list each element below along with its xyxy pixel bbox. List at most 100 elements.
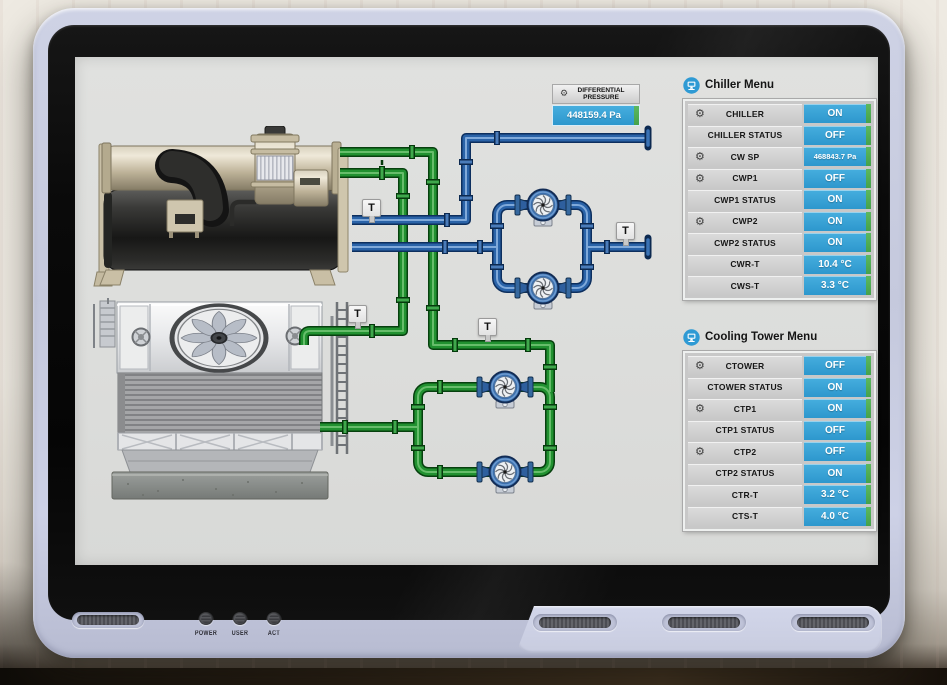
menu-row: CWP2 STATUSON	[688, 233, 871, 252]
menu-title: Chiller Menu	[705, 79, 774, 91]
gear-icon[interactable]: ⚙	[695, 151, 705, 162]
row-value-button[interactable]: ON	[804, 212, 871, 231]
row-label-cell: CWP2 STATUS	[688, 233, 802, 252]
row-label-cell: CWP1 STATUS	[688, 190, 802, 209]
green-strip	[866, 104, 871, 123]
row-value-button[interactable]: OFF	[804, 126, 871, 145]
row-label: CTOWER STATUS	[707, 382, 782, 392]
row-label-cell: CTP2 STATUS	[688, 464, 802, 483]
differential-pressure-value-text: 448159.4 Pa	[567, 110, 625, 121]
green-strip	[866, 212, 871, 231]
temperature-sensor: T	[478, 318, 497, 336]
row-label: CTS-T	[732, 511, 758, 521]
row-label-cell: ⚙ CTOWER	[688, 356, 802, 375]
row-value-button[interactable]: OFF	[804, 356, 871, 375]
row-value-text: ON	[828, 383, 848, 392]
row-value-button[interactable]: 468843.7 Pa	[804, 147, 871, 166]
menu-row: ⚙CW SP468843.7 Pa	[688, 147, 871, 166]
row-label-cell: ⚙ CHILLER	[688, 104, 802, 123]
gear-icon[interactable]: ⚙	[695, 108, 705, 119]
row-label: CTP2	[734, 447, 757, 457]
row-value-button[interactable]: OFF	[804, 169, 871, 188]
green-strip	[634, 106, 639, 125]
row-value-text: 3.3 °C	[821, 281, 854, 290]
row-label-cell: CTOWER STATUS	[688, 378, 802, 397]
row-label-cell: CWS-T	[688, 276, 802, 295]
row-label-cell: CWR-T	[688, 255, 802, 274]
gear-icon[interactable]: ⚙	[695, 216, 705, 227]
differential-pressure-widget: ⚙ DIFFERENTIAL PRESSURE 448159.4 Pa	[552, 84, 640, 126]
differential-pressure-value-button[interactable]: 448159.4 Pa	[552, 105, 640, 126]
menu-row: CTOWER STATUS ON	[688, 378, 871, 397]
menu-row: ⚙CWP2ON	[688, 212, 871, 231]
row-value-button[interactable]: OFF	[804, 442, 871, 461]
gear-icon[interactable]: ⚙	[695, 173, 705, 184]
row-label-cell: CTR-T	[688, 485, 802, 504]
row-label: CTP1 STATUS	[715, 425, 774, 435]
row-label: CWP1	[732, 173, 757, 183]
row-value-button[interactable]: 10.4 °C	[804, 255, 871, 274]
row-label: CTR-T	[732, 490, 759, 500]
cooling-tower-menu: Cooling Tower Menu ⚙ CTOWER OFF CTOWER STAT…	[683, 326, 876, 531]
row-label: CHILLER	[726, 109, 764, 119]
menu-row: CWP1 STATUS ON	[688, 190, 871, 209]
menu-row: ⚙ CTP2 OFF	[688, 442, 871, 461]
row-label: CTOWER	[726, 361, 765, 371]
row-label-cell: CHILLER STATUS	[688, 126, 802, 145]
t-sensor-label: T	[484, 321, 491, 333]
row-label: CTP2 STATUS	[715, 468, 774, 478]
green-strip	[866, 147, 871, 166]
row-label: CWP1 STATUS	[714, 195, 776, 205]
temperature-sensor: T	[348, 305, 367, 323]
row-label: CHILLER STATUS	[708, 130, 783, 140]
gear-icon[interactable]: ⚙	[695, 446, 705, 457]
hmi-menu-icon	[683, 329, 700, 346]
row-value-button[interactable]: ON	[804, 233, 871, 252]
green-strip	[866, 507, 871, 526]
row-value-text: OFF	[825, 361, 850, 370]
hmi-menu-icon	[683, 77, 700, 94]
row-label-cell: ⚙ CTP1	[688, 399, 802, 418]
row-value-text: 468843.7 Pa	[809, 153, 866, 161]
differential-pressure-label: ⚙ DIFFERENTIAL PRESSURE	[552, 84, 640, 104]
row-value-button[interactable]: ON	[804, 190, 871, 209]
row-value-button[interactable]: OFF	[804, 421, 871, 440]
green-strip	[866, 190, 871, 209]
row-value-button[interactable]: 3.2 °C	[804, 485, 871, 504]
green-strip	[866, 485, 871, 504]
row-value-button[interactable]: 3.3 °C	[804, 276, 871, 295]
gear-icon[interactable]: ⚙	[560, 90, 568, 99]
row-label: CTP1	[734, 404, 757, 414]
green-strip	[866, 421, 871, 440]
menu-row: CWS-T 3.3 °C	[688, 276, 871, 295]
chiller-menu-panel: ⚙ CHILLER ON CHILLER STATUS OFF ⚙CW SP468843.…	[683, 99, 876, 300]
row-value-button[interactable]: ON	[804, 378, 871, 397]
menu-title: Cooling Tower Menu	[705, 331, 817, 343]
green-strip	[866, 169, 871, 188]
gear-icon[interactable]: ⚙	[695, 403, 705, 414]
row-value-button[interactable]: ON	[804, 104, 871, 123]
t-sensor-label: T	[368, 202, 375, 214]
green-strip	[866, 255, 871, 274]
menu-row: ⚙ CTOWER OFF	[688, 356, 871, 375]
row-value-button[interactable]: 4.0 °C	[804, 507, 871, 526]
row-label-cell: ⚙ CTP2	[688, 442, 802, 461]
row-label: CWR-T	[730, 259, 759, 269]
row-value-text: OFF	[825, 174, 850, 183]
menu-row: ⚙ CTP1 ON	[688, 399, 871, 418]
temperature-sensor: T	[362, 199, 381, 217]
row-value-text: OFF	[825, 447, 850, 456]
row-value-button[interactable]: ON	[804, 464, 871, 483]
menu-row: CWR-T 10.4 °C	[688, 255, 871, 274]
gear-icon[interactable]: ⚙	[695, 360, 705, 371]
green-strip	[866, 464, 871, 483]
pump-icon-cwp1	[513, 182, 573, 228]
row-value-button[interactable]: ON	[804, 399, 871, 418]
green-strip	[866, 276, 871, 295]
row-label-cell: CTS-T	[688, 507, 802, 526]
green-strip	[866, 399, 871, 418]
menu-row: CTR-T 3.2 °C	[688, 485, 871, 504]
row-value-text: 3.2 °C	[821, 490, 854, 499]
row-label-cell: ⚙ CWP1	[688, 169, 802, 188]
green-strip	[866, 356, 871, 375]
